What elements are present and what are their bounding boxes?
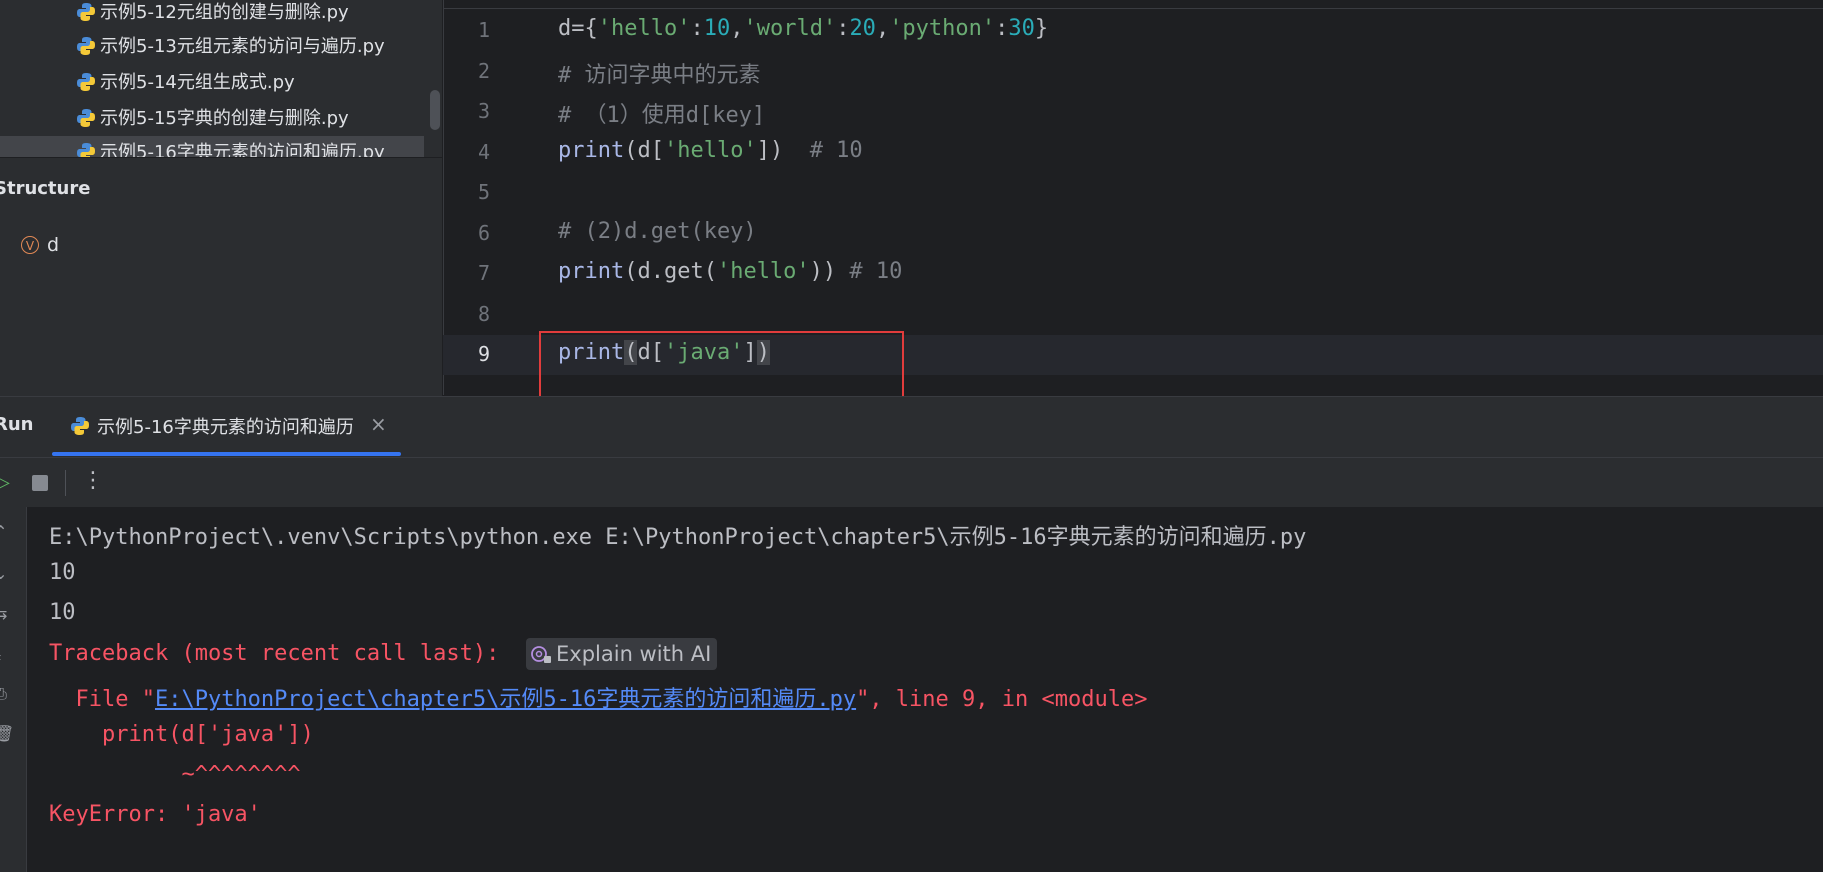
stop-icon[interactable]: [32, 475, 48, 491]
tree-item-label: 示例5-15字典的创建与删除.py: [100, 108, 349, 129]
tree-item-file-selected[interactable]: 示例5-16字典元素的访问和遍历.py: [76, 136, 385, 157]
code-line-2: # 访问字典中的元素: [558, 63, 761, 88]
explain-with-ai-button[interactable]: Explain with AI: [526, 638, 718, 670]
console-output-line: 10: [49, 560, 76, 585]
tree-item-label: 示例5-12元组的创建与删除.py: [100, 2, 349, 23]
console-output-line: 10: [49, 600, 76, 625]
editor-top-border: [443, 8, 1823, 9]
traceback-code-line: print(d['java']): [49, 722, 314, 747]
error-message: KeyError: 'java': [49, 802, 261, 827]
code-line-4: print(d['hello']) # 10: [558, 138, 863, 163]
active-tab-indicator: [52, 452, 401, 456]
scroll-down-icon[interactable]: ⌄: [0, 564, 7, 583]
tree-item-label: 示例5-16字典元素的访问和遍历.py: [100, 142, 385, 157]
python-file-icon: [77, 3, 95, 21]
tree-item-file[interactable]: 示例5-13元组元素的访问与遍历.py: [76, 30, 385, 64]
variable-icon: V: [21, 236, 39, 254]
python-file-icon: [77, 37, 95, 55]
trash-icon[interactable]: 🗑: [0, 724, 14, 743]
code-line-6: # (2)d.get(key): [558, 219, 757, 244]
rerun-icon[interactable]: ▷: [0, 472, 10, 493]
line-number: 8: [477, 302, 490, 326]
line-number: 2: [477, 59, 490, 83]
code-line-7: print(d.get('hello')) # 10: [558, 259, 903, 284]
code-line-3: # （1）使用d[key]: [558, 103, 766, 128]
more-options-icon[interactable]: ⋮: [82, 468, 104, 493]
line-number-current: 9: [477, 342, 490, 366]
python-file-icon: [77, 109, 95, 127]
ai-spark-icon: [531, 646, 551, 663]
tree-item-file[interactable]: 示例5-14元组生成式.py: [76, 66, 295, 100]
traceback-header: Traceback (most recent call last):: [49, 641, 500, 666]
tree-item-file[interactable]: 示例5-15字典的创建与删除.py: [76, 102, 349, 136]
run-toolbar: [0, 457, 1823, 508]
soft-wrap-icon[interactable]: ⇆: [0, 604, 7, 623]
line-number: 5: [477, 180, 490, 204]
traceback-caret-line: ~^^^^^^^^: [49, 762, 301, 787]
run-tab-label[interactable]: 示例5-16字典元素的访问和遍历: [97, 413, 354, 439]
file-link[interactable]: E:\PythonProject\chapter5\示例5-16字典元素的访问和…: [155, 687, 856, 712]
scroll-to-end-icon[interactable]: ⤓: [0, 644, 1, 664]
structure-item-d[interactable]: d: [47, 234, 59, 256]
console-command-line: E:\PythonProject\.venv\Scripts\python.ex…: [49, 525, 1307, 550]
python-file-icon: [77, 73, 95, 91]
tree-item-file[interactable]: 示例5-12元组的创建与删除.py: [76, 0, 349, 30]
scroll-up-icon[interactable]: ⌃: [0, 522, 7, 541]
print-icon[interactable]: ⎙: [0, 684, 7, 704]
structure-title: Structure: [0, 178, 91, 199]
toolbar-separator: [65, 470, 66, 496]
line-number: 4: [477, 140, 490, 164]
line-number: 7: [477, 261, 490, 285]
close-icon[interactable]: ×: [370, 412, 387, 436]
run-title: Run: [0, 414, 34, 435]
traceback-file-line: File "E:\PythonProject\chapter5\示例5-16字典…: [49, 687, 1148, 712]
tree-item-label: 示例5-14元组生成式.py: [100, 72, 295, 93]
line-number: 6: [477, 221, 490, 245]
code-line-1: d={'hello':10,'world':20,'python':30}: [558, 16, 1049, 41]
line-number: 1: [477, 18, 490, 42]
line-number: 3: [477, 99, 490, 123]
tree-item-label: 示例5-13元组元素的访问与遍历.py: [100, 36, 385, 57]
python-file-icon: [71, 417, 89, 435]
explain-with-ai-label: Explain with AI: [556, 642, 712, 666]
python-file-icon: [77, 143, 95, 157]
